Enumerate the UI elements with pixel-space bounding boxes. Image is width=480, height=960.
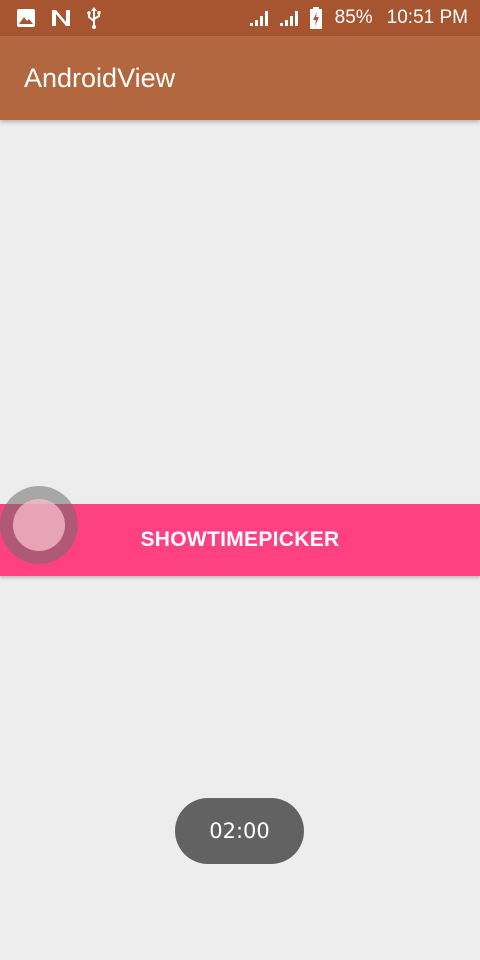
show-time-picker-button[interactable]: SHOWTIMEPICKER: [0, 504, 480, 576]
screen: 85% 10:51 PM AndroidView SHOWTIMEPICKER …: [0, 0, 480, 960]
system-status: 85% 10:51 PM: [249, 7, 468, 29]
n-notification-icon: [50, 8, 72, 28]
signal-icon: [249, 9, 271, 27]
toast-message: 02:00: [175, 798, 304, 864]
usb-icon: [86, 7, 102, 29]
status-time: 10:51 PM: [386, 7, 468, 28]
signal-icon: [279, 9, 301, 27]
notification-icons: [16, 7, 102, 29]
app-title: AndroidView: [24, 63, 176, 93]
image-notification-icon: [16, 8, 36, 28]
show-time-picker-label: SHOWTIMEPICKER: [140, 528, 340, 551]
battery-percent: 85%: [334, 7, 373, 28]
status-bar: 85% 10:51 PM: [0, 0, 480, 36]
battery-charging-icon: [309, 7, 323, 29]
toast-text: 02:00: [209, 819, 270, 843]
app-bar: AndroidView: [0, 36, 480, 120]
